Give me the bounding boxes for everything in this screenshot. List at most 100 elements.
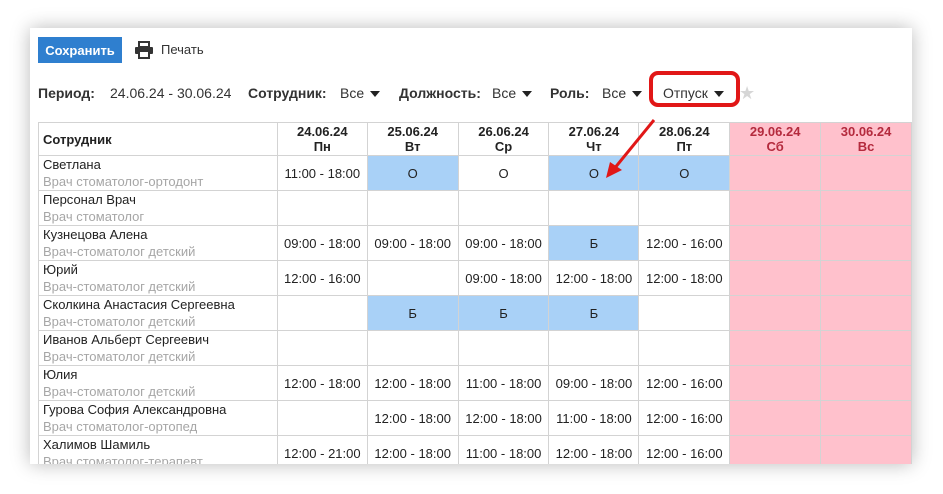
schedule-cell[interactable]: О <box>548 155 640 191</box>
table-row: Юлия Врач-стоматолог детский 12:00 - 18:00… <box>38 365 912 401</box>
schedule-cell[interactable] <box>366 330 459 366</box>
table-row: Персонал Врач Врач стоматолог <box>38 190 912 226</box>
schedule-cell[interactable] <box>729 155 822 191</box>
table-row: Юрий Врач-стоматолог детский 12:00 - 16:00… <box>38 260 912 296</box>
print-button[interactable]: Печать <box>134 37 204 63</box>
employee-cell[interactable]: Юлия Врач-стоматолог детский <box>38 365 278 401</box>
schedule-cell[interactable]: 09:00 - 18:00 <box>276 225 368 261</box>
schedule-cell[interactable]: Б <box>366 295 459 331</box>
schedule-cell[interactable] <box>729 260 822 296</box>
schedule-cell[interactable]: 09:00 - 18:00 <box>457 260 550 296</box>
schedule-cell[interactable] <box>729 330 822 366</box>
schedule-cell[interactable] <box>820 400 912 436</box>
schedule-cell[interactable] <box>820 365 912 401</box>
schedule-cell[interactable]: 12:00 - 18:00 <box>457 400 550 436</box>
schedule-cell[interactable]: О <box>638 155 731 191</box>
table-row: Халимов Шамиль Врач стоматолог-терапевт 12… <box>38 435 912 464</box>
schedule-cell[interactable]: 12:00 - 18:00 <box>366 435 459 464</box>
schedule-cell[interactable]: 12:00 - 21:00 <box>276 435 368 464</box>
schedule-cell[interactable] <box>729 295 822 331</box>
star-icon[interactable]: ★ <box>739 82 755 104</box>
schedule-cell[interactable] <box>457 330 550 366</box>
employee-cell[interactable]: Юрий Врач-стоматолог детский <box>38 260 278 296</box>
schedule-cell[interactable] <box>276 400 368 436</box>
schedule-cell[interactable]: 11:00 - 18:00 <box>548 400 640 436</box>
schedule-cell[interactable] <box>820 155 912 191</box>
schedule-cell[interactable]: 11:00 - 18:00 <box>457 365 550 401</box>
schedule-cell[interactable] <box>729 225 822 261</box>
schedule-cell[interactable] <box>820 295 912 331</box>
employee-cell[interactable]: Сколкина Анастасия Сергеевна Врач-стомато… <box>38 295 278 331</box>
schedule-cell[interactable] <box>638 190 731 226</box>
schedule-cell[interactable]: 09:00 - 18:00 <box>457 225 550 261</box>
day-of-week: Вс <box>857 139 875 154</box>
schedule-cell[interactable] <box>276 295 368 331</box>
day-column-header: 30.06.24 Вс <box>820 122 912 156</box>
print-label: Печать <box>161 42 204 57</box>
day-date: 25.06.24 <box>387 124 438 139</box>
employee-cell[interactable]: Иванов Альберт Сергеевич Врач-стоматолог … <box>38 330 278 366</box>
schedule-cell[interactable] <box>820 190 912 226</box>
employee-filter-dropdown[interactable]: Все <box>340 82 381 104</box>
schedule-cell[interactable] <box>820 225 912 261</box>
schedule-table: Сотрудник 24.06.24 Пн 25.06.24 Вт 26.06.24 Ср… <box>38 122 912 464</box>
schedule-cell[interactable] <box>548 190 640 226</box>
table-body: Светлана Врач стоматолог-ортодонт 11:00 - … <box>38 155 912 464</box>
day-of-week: Вт <box>404 139 421 154</box>
schedule-cell[interactable] <box>729 435 822 464</box>
schedule-cell[interactable] <box>820 330 912 366</box>
schedule-cell[interactable]: 11:00 - 18:00 <box>276 155 368 191</box>
employee-cell[interactable]: Светлана Врач стоматолог-ортодонт <box>38 155 278 191</box>
schedule-cell[interactable]: 11:00 - 18:00 <box>457 435 550 464</box>
employee-cell[interactable]: Гурова София Александровна Врач стоматоло… <box>38 400 278 436</box>
schedule-cell[interactable] <box>638 330 731 366</box>
period-label: Период: <box>38 85 95 101</box>
schedule-cell[interactable]: Б <box>548 295 640 331</box>
day-date: 30.06.24 <box>840 124 892 139</box>
schedule-cell[interactable]: Б <box>457 295 550 331</box>
table-row: Кузнецова Алена Врач-стоматолог детский 09… <box>38 225 912 261</box>
employee-cell[interactable]: Персонал Врач Врач стоматолог <box>38 190 278 226</box>
schedule-cell[interactable] <box>457 190 550 226</box>
employee-name: Светлана <box>43 157 101 172</box>
schedule-cell[interactable] <box>276 330 368 366</box>
save-button[interactable]: Сохранить <box>38 37 122 63</box>
role-filter-dropdown[interactable]: Все <box>602 82 643 104</box>
schedule-cell[interactable]: 12:00 - 18:00 <box>548 435 640 464</box>
schedule-cell[interactable]: 12:00 - 16:00 <box>638 225 731 261</box>
schedule-cell[interactable]: 12:00 - 16:00 <box>638 435 731 464</box>
schedule-cell[interactable] <box>820 260 912 296</box>
schedule-cell[interactable] <box>820 435 912 464</box>
schedule-cell[interactable]: 09:00 - 18:00 <box>366 225 459 261</box>
schedule-cell[interactable]: 12:00 - 16:00 <box>276 260 368 296</box>
schedule-cell[interactable] <box>638 295 731 331</box>
schedule-cell[interactable]: 12:00 - 18:00 <box>638 260 731 296</box>
schedule-cell[interactable]: О <box>457 155 550 191</box>
schedule-cell[interactable]: 12:00 - 18:00 <box>276 365 368 401</box>
schedule-cell[interactable] <box>729 400 822 436</box>
schedule-cell[interactable] <box>729 365 822 401</box>
employee-cell[interactable]: Халимов Шамиль Врач стоматолог-терапевт <box>38 435 278 464</box>
schedule-cell[interactable]: 12:00 - 18:00 <box>366 365 459 401</box>
schedule-cell[interactable]: 12:00 - 18:00 <box>548 260 640 296</box>
employee-name: Юрий <box>43 262 78 277</box>
day-of-week: Пт <box>676 139 693 154</box>
chevron-down-icon <box>522 91 533 98</box>
schedule-cell[interactable] <box>366 190 459 226</box>
day-column-header: 25.06.24 Вт <box>366 122 459 156</box>
schedule-cell[interactable]: 12:00 - 18:00 <box>366 400 459 436</box>
schedule-cell[interactable]: 12:00 - 16:00 <box>638 365 731 401</box>
day-column-header: 26.06.24 Ср <box>457 122 550 156</box>
schedule-cell[interactable] <box>729 190 822 226</box>
schedule-cell[interactable]: Б <box>548 225 640 261</box>
schedule-cell[interactable]: О <box>366 155 459 191</box>
employee-name: Кузнецова Алена <box>43 227 148 242</box>
employee-cell[interactable]: Кузнецова Алена Врач-стоматолог детский <box>38 225 278 261</box>
schedule-cell[interactable]: 09:00 - 18:00 <box>548 365 640 401</box>
schedule-cell[interactable] <box>548 330 640 366</box>
schedule-cell[interactable]: 12:00 - 16:00 <box>638 400 731 436</box>
position-filter-dropdown[interactable]: Все <box>492 82 533 104</box>
period-value[interactable]: 24.06.24 - 30.06.24 <box>110 82 231 104</box>
schedule-cell[interactable] <box>366 260 459 296</box>
schedule-cell[interactable] <box>276 190 368 226</box>
